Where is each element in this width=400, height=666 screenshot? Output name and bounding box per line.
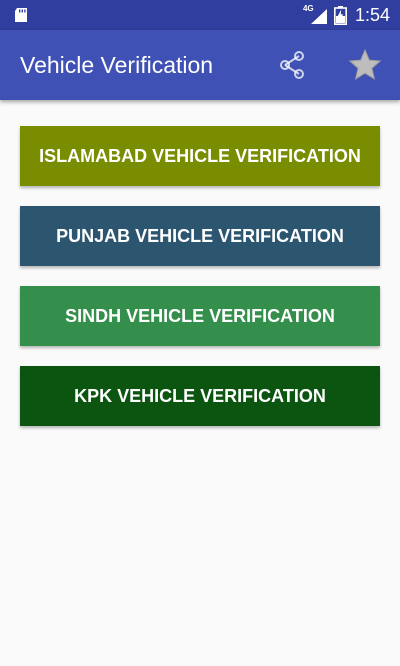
- star-icon: [348, 48, 382, 80]
- sindh-verification-button[interactable]: SINDH VEHICLE VERIFICATION: [20, 286, 380, 346]
- punjab-verification-button[interactable]: PUNJAB VEHICLE VERIFICATION: [20, 206, 380, 266]
- status-clock: 1:54: [354, 5, 390, 25]
- status-bar: 4G 1:54: [0, 0, 400, 30]
- button-list: ISLAMABAD VEHICLE VERIFICATION PUNJAB VE…: [0, 100, 400, 666]
- cellular-signal: 4G: [303, 5, 327, 25]
- signal-icon: [310, 9, 327, 24]
- app-bar: Vehicle Verification: [0, 30, 400, 100]
- sd-card-icon: [15, 8, 27, 22]
- share-icon: [280, 51, 304, 79]
- share-button[interactable]: [272, 49, 312, 81]
- battery-icon: [333, 5, 347, 25]
- app-title: Vehicle Verification: [20, 52, 214, 78]
- favorite-button[interactable]: [344, 47, 386, 83]
- status-indicators: 4G 1:54: [303, 0, 390, 30]
- islamabad-verification-button[interactable]: ISLAMABAD VEHICLE VERIFICATION: [20, 126, 380, 186]
- kpk-verification-button[interactable]: KPK VEHICLE VERIFICATION: [20, 366, 380, 426]
